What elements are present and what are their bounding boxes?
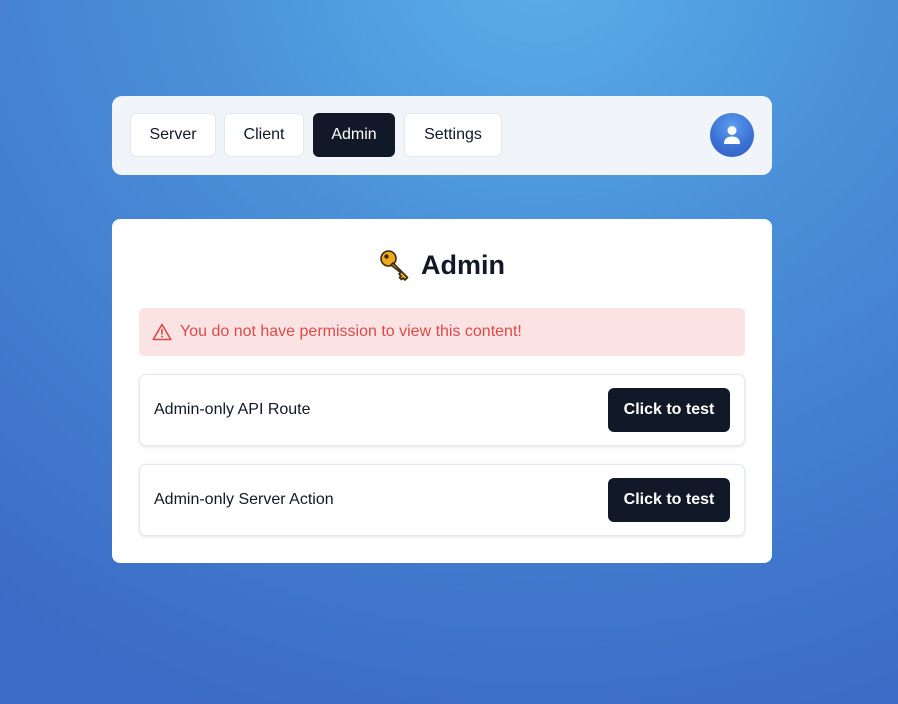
tab-client[interactable]: Client [224,113,304,157]
admin-card: Admin You do not have permission to view… [112,219,772,563]
user-icon [724,126,740,144]
page-title: Admin [112,247,772,283]
user-avatar-button[interactable] [710,113,754,157]
permission-alert: You do not have permission to view this … [139,308,745,356]
action-label: Admin-only API Route [154,401,311,418]
action-row-server-action: Admin-only Server Action Click to test [139,464,745,536]
alert-message: You do not have permission to view this … [180,323,522,340]
tab-settings[interactable]: Settings [404,113,502,157]
action-row-api-route: Admin-only API Route Click to test [139,374,745,446]
tab-server[interactable]: Server [130,113,216,157]
key-icon [380,250,409,281]
tab-admin[interactable]: Admin [313,113,395,157]
page-title-text: Admin [421,249,505,280]
test-server-action-button[interactable]: Click to test [608,478,730,522]
action-label: Admin-only Server Action [154,491,334,508]
test-api-route-button[interactable]: Click to test [608,388,730,432]
warning-triangle-icon [152,323,172,341]
top-navbar: Server Client Admin Settings [112,96,772,175]
